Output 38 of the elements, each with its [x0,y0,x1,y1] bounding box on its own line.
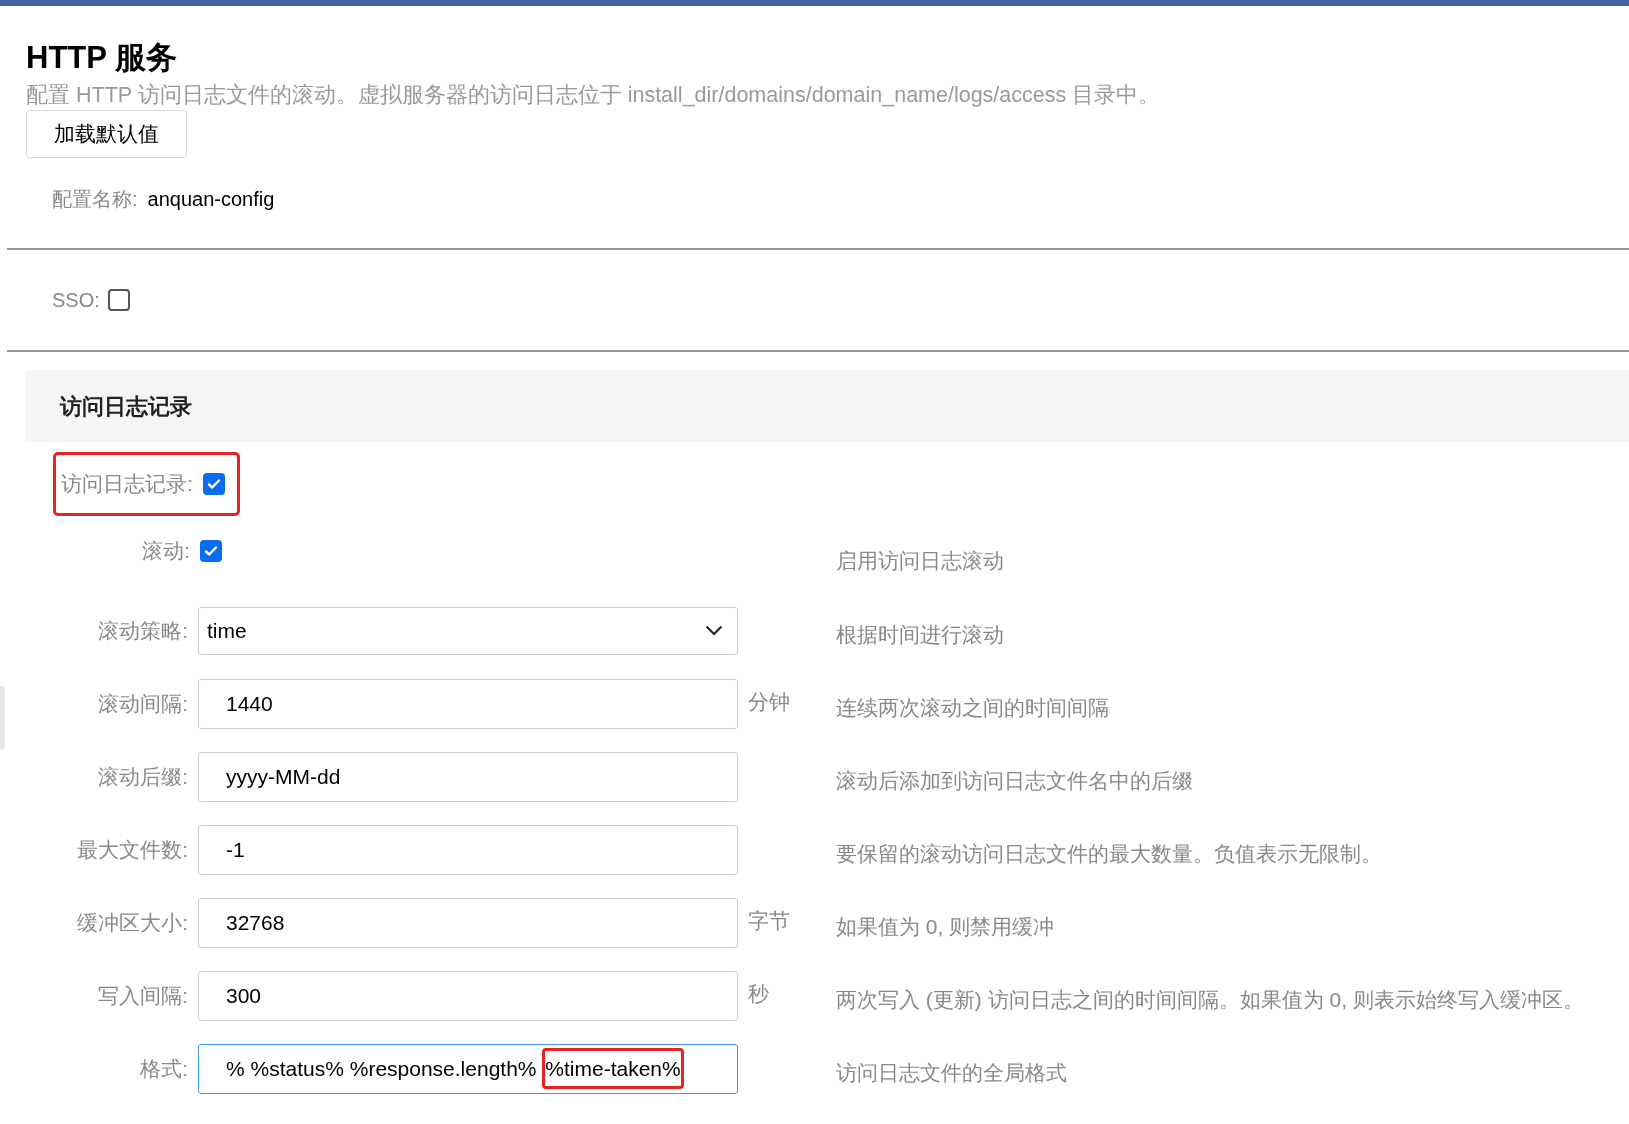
checkbox[interactable] [203,472,225,495]
field-description: 连续两次滚动之间的时间间隔 [836,694,1109,721]
field-description: 要保留的滚动访问日志文件的最大数量。负值表示无限制。 [836,840,1382,867]
select-field[interactable]: time [198,606,738,655]
unit-label: 秒 [748,981,769,1005]
checkbox[interactable] [107,289,130,311]
unit-label: 字节 [748,908,790,932]
input-field[interactable]: % %status% %response.length% %time-taken% [198,1043,738,1094]
config-name-value: anquan-config [147,187,275,212]
field-label: 最大文件数: [77,836,188,863]
field-label: 滚动: [142,537,190,564]
page-title: HTTP 服务 [26,40,178,76]
checkbox[interactable] [200,539,222,562]
field-label: 格式: [140,1055,188,1082]
field-label: 滚动后缀: [98,763,188,790]
field-label: 缓冲区大小: [77,909,188,936]
section-title: 访问日志记录 [60,392,192,421]
input-field[interactable]: yyyy-MM-dd [198,751,738,802]
field-label: 滚动间隔: [98,690,188,717]
field-label: 写入间隔: [98,982,188,1009]
sso-label: SSO: [52,288,100,313]
input-field[interactable]: 32768 [198,897,738,948]
load-defaults-button[interactable]: 加载默认值 [26,110,187,158]
input-field[interactable]: -1 [198,824,738,875]
unit-label: 分钟 [748,689,790,713]
field-description: 启用访问日志滚动 [836,547,1004,574]
field-description: 滚动后添加到访问日志文件名中的后缀 [836,767,1193,794]
field-description: 访问日志文件的全局格式 [836,1059,1067,1086]
field-description: 根据时间进行滚动 [836,621,1004,648]
input-field[interactable]: 300 [198,970,738,1021]
config-name-label: 配置名称: [52,187,138,212]
field-description: 两次写入 (更新) 访问日志之间的时间间隔。如果值为 0, 则表示始终写入缓冲区。 [836,986,1584,1013]
input-field[interactable]: 1440 [198,678,738,729]
chevron-down-icon [705,625,723,636]
field-label: 滚动策略: [98,617,188,644]
field-description: 如果值为 0, 则禁用缓冲 [836,913,1055,940]
field-label: 访问日志记录: [61,470,193,497]
page-description: 配置 HTTP 访问日志文件的滚动。虚拟服务器的访问日志位于 install_dir/domains/domain_name/logs/access 目录中。 [26,82,1162,108]
